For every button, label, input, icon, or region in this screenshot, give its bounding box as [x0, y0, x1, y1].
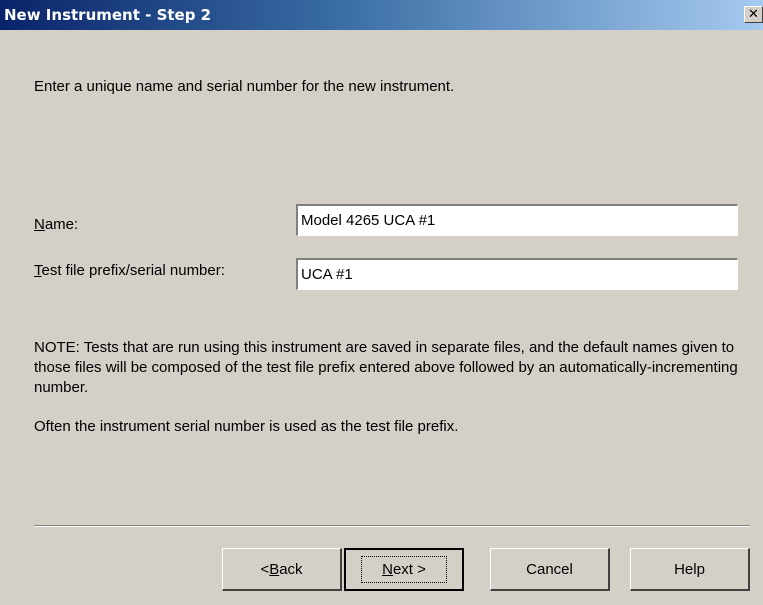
close-icon: ✕	[748, 7, 759, 22]
back-prefix: <	[260, 560, 270, 578]
separator	[34, 525, 750, 527]
intro-text: Enter a unique name and serial number fo…	[34, 78, 455, 95]
name-label: Name:	[34, 216, 78, 233]
close-button[interactable]: ✕	[744, 6, 763, 23]
test-file-prefix-field[interactable]	[296, 258, 738, 290]
name-label-text: ame:	[44, 216, 79, 233]
back-mnemonic: B	[269, 560, 280, 578]
prefix-label: Test file prefix/serial number:	[34, 262, 225, 279]
next-focus-rect: Next >	[361, 556, 447, 583]
next-button[interactable]: Next >	[344, 548, 464, 591]
name-field[interactable]	[296, 204, 738, 236]
help-button[interactable]: Help	[630, 548, 750, 591]
window-title: New Instrument - Step 2	[4, 6, 212, 24]
prefix-label-mnemonic: T	[34, 262, 42, 279]
prefix-label-text: est file prefix/serial number:	[41, 262, 225, 279]
cancel-button[interactable]: Cancel	[490, 548, 610, 591]
back-button[interactable]: < Back	[222, 548, 342, 591]
name-label-mnemonic: N	[34, 216, 45, 233]
note-text: NOTE: Tests that are run using this inst…	[34, 339, 738, 396]
back-label: ack	[279, 560, 303, 578]
hint-text: Often the instrument serial number is us…	[34, 418, 459, 435]
title-bar: New Instrument - Step 2 ✕	[0, 0, 763, 30]
next-label: ext >	[392, 561, 426, 578]
next-mnemonic: N	[382, 561, 393, 578]
